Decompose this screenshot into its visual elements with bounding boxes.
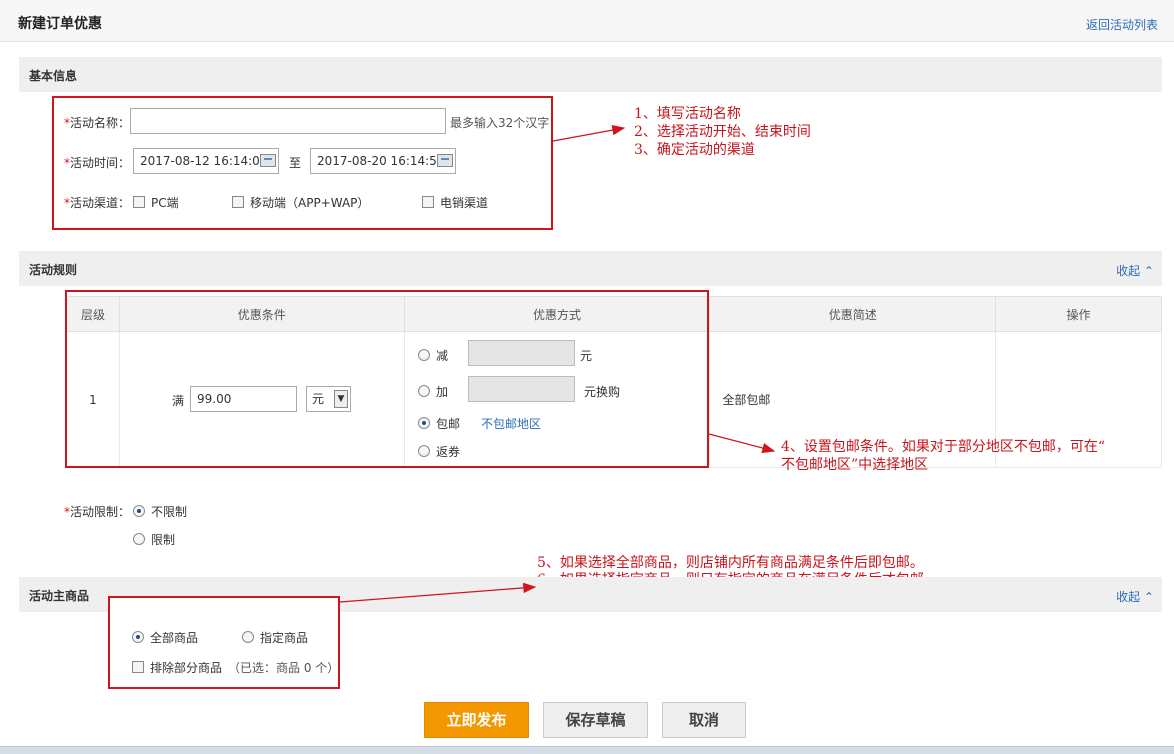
arrow-to-annotation-1-3	[552, 124, 626, 142]
arrow-to-annotation-4	[708, 433, 776, 454]
arrow-to-annotation-5-6	[339, 582, 537, 603]
annotation-arrows	[339, 124, 776, 603]
